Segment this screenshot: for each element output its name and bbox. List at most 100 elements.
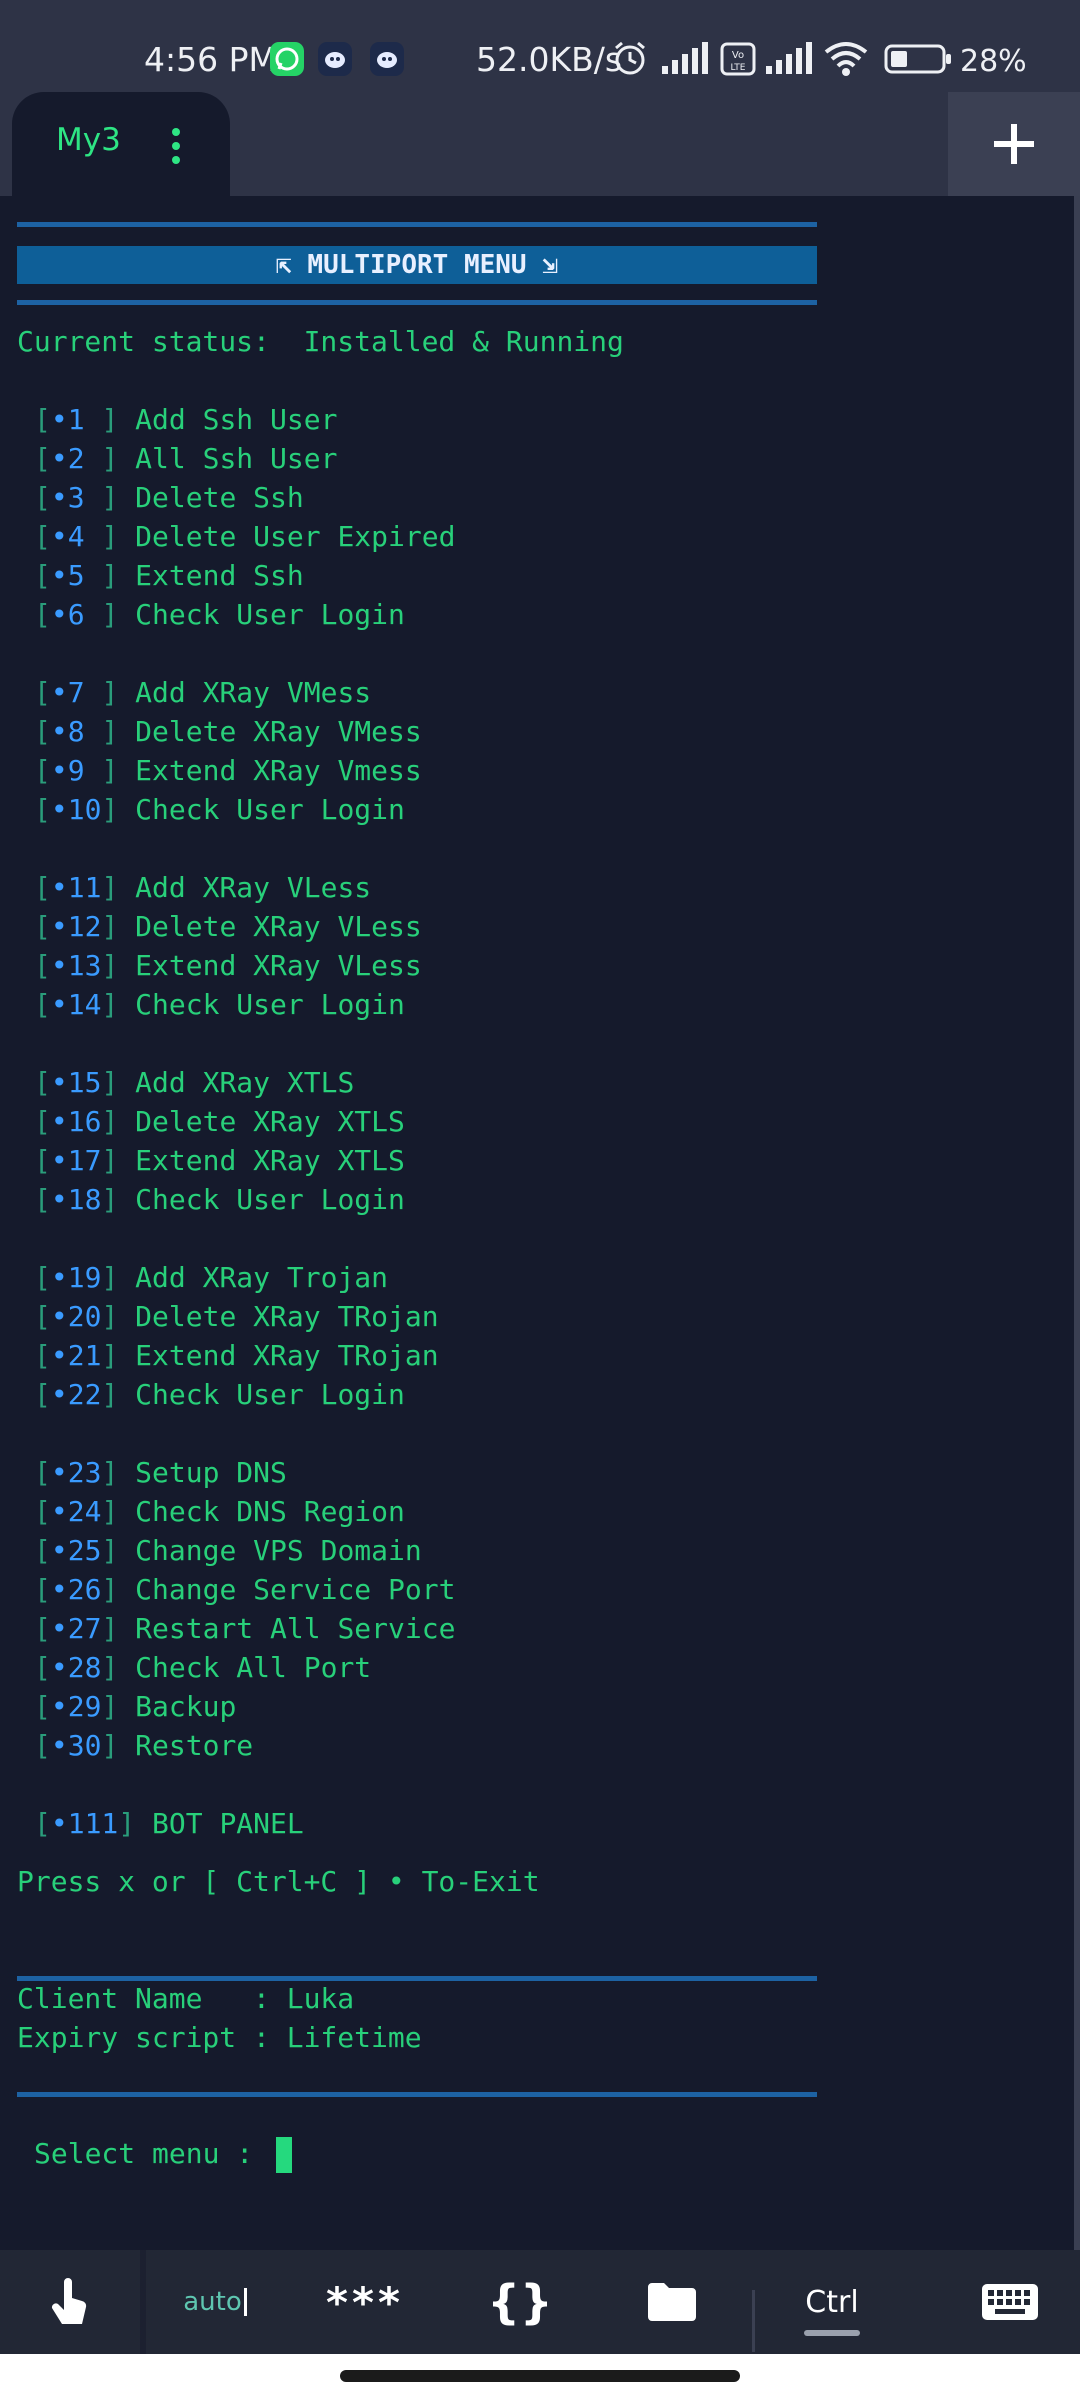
menu-item-label: Restore [135,1729,254,1762]
bracket: ] [101,1690,136,1723]
menu-item-label: Extend Ssh [135,559,304,592]
menu-item-label: Add Ssh User [135,403,338,436]
menu-item[interactable]: [•3 ] Delete Ssh [34,478,304,517]
menu-item[interactable]: [•7 ] Add XRay VMess [34,673,371,712]
menu-item[interactable]: [•8 ] Delete XRay VMess [34,712,422,751]
scrollbar[interactable] [1074,196,1080,2250]
bracket: ] [101,1339,136,1372]
menu-item[interactable]: [•5 ] Extend Ssh [34,556,304,595]
menu-item[interactable]: [•25] Change VPS Domain [34,1531,422,1570]
bracket: ] [118,1807,153,1840]
folder-button[interactable] [612,2250,732,2354]
bracket: [ [34,1651,51,1684]
status-bar: 4:56 PM 52.0KB/s Vo LTE 28% [0,0,1080,92]
bracket: [ [34,910,51,943]
menu-item-number: •30 [50,1729,102,1762]
expiry-script: Expiry script : Lifetime [17,2021,422,2054]
menu-item-number: •28 [50,1651,102,1684]
menu-item-label: Check User Login [135,793,405,826]
keyboard-icon [982,2284,1038,2320]
menu-item[interactable]: [•14] Check User Login [34,985,405,1024]
menu-item-number: •21 [50,1339,102,1372]
menu-item-number: •13 [50,949,102,982]
menu-item-label: BOT PANEL [152,1807,304,1840]
menu-item-number: •9 [50,754,102,787]
bracket: [ [34,403,51,436]
auto-button[interactable]: auto [160,2250,270,2354]
bracket: ] [101,949,136,982]
bracket: ] [101,481,136,514]
menu-item[interactable]: [•19] Add XRay Trojan [34,1258,388,1297]
tab-my3[interactable]: My3 [12,92,230,196]
menu-item[interactable]: [•1 ] Add Ssh User [34,400,337,439]
terminal-output[interactable]: ⇱ MULTIPORT MENU ⇲ Current status: Insta… [0,196,1074,2250]
bracket: ] [101,1066,136,1099]
menu-item[interactable]: [•12] Delete XRay VLess [34,907,422,946]
menu-item[interactable]: [•24] Check DNS Region [34,1492,405,1531]
bracket: [ [34,1300,51,1333]
divider [17,300,817,305]
add-tab-button[interactable] [948,92,1080,196]
menu-item-number: •19 [50,1261,102,1294]
password-button[interactable]: *** [305,2250,425,2354]
bracket: ] [101,598,136,631]
home-indicator[interactable] [340,2370,740,2382]
select-menu-prompt[interactable]: Select menu : [34,2134,293,2173]
network-rate: 52.0KB/s [476,40,623,79]
ctrl-button[interactable]: Ctrl [772,2250,892,2354]
menu-item[interactable]: [•28] Check All Port [34,1648,371,1687]
battery-icon [884,38,954,82]
menu-item-label: Setup DNS [135,1456,287,1489]
menu-item-number: •5 [50,559,102,592]
menu-item-number: •22 [50,1378,102,1411]
signal-icon [660,38,708,82]
bracket: ] [101,1612,136,1645]
bracket: [ [34,1144,51,1177]
menu-item[interactable]: [•18] Check User Login [34,1180,405,1219]
menu-item[interactable]: [•111] BOT PANEL [34,1804,304,1843]
bracket: ] [101,1651,136,1684]
menu-item[interactable]: [•10] Check User Login [34,790,405,829]
menu-item[interactable]: [•11] Add XRay VLess [34,868,371,907]
menu-item[interactable]: [•4 ] Delete User Expired [34,517,455,556]
menu-item[interactable]: [•9 ] Extend XRay Vmess [34,751,422,790]
menu-item[interactable]: [•17] Extend XRay XTLS [34,1141,405,1180]
menu-item[interactable]: [•22] Check User Login [34,1375,405,1414]
menu-item-number: •27 [50,1612,102,1645]
gesture-nav-bar [0,2354,1080,2400]
bracket: [ [34,988,51,1021]
status-time: 4:56 PM [144,40,277,79]
menu-item[interactable]: [•26] Change Service Port [34,1570,455,1609]
bracket: ] [101,1144,136,1177]
vertical-dots-icon[interactable] [172,128,182,170]
menu-item-label: Add XRay XTLS [135,1066,355,1099]
bracket: ] [101,793,136,826]
bracket: [ [34,1534,51,1567]
menu-item[interactable]: [•20] Delete XRay TRojan [34,1297,439,1336]
menu-item[interactable]: [•23] Setup DNS [34,1453,287,1492]
menu-item[interactable]: [•15] Add XRay XTLS [34,1063,354,1102]
braces-button[interactable]: {} [460,2250,580,2354]
menu-item[interactable]: [•21] Extend XRay TRojan [34,1336,439,1375]
bracket: ] [101,676,136,709]
bracket: [ [34,1378,51,1411]
menu-item[interactable]: [•2 ] All Ssh User [34,439,337,478]
bracket: ] [101,1729,136,1762]
touch-button[interactable] [10,2250,130,2354]
menu-item-number: •14 [50,988,102,1021]
menu-item[interactable]: [•13] Extend XRay VLess [34,946,422,985]
bracket: [ [34,598,51,631]
menu-item-label: Restart All Service [135,1612,456,1645]
divider [17,2092,817,2097]
menu-item-number: •6 [50,598,102,631]
menu-item[interactable]: [•6 ] Check User Login [34,595,405,634]
menu-item[interactable]: [•27] Restart All Service [34,1609,455,1648]
menu-item-label: Extend XRay TRojan [135,1339,439,1372]
menu-item[interactable]: [•29] Backup [34,1687,236,1726]
bracket: [ [34,1339,51,1372]
menu-item[interactable]: [•30] Restore [34,1726,253,1765]
bracket: [ [34,793,51,826]
bracket: [ [34,1456,51,1489]
menu-item[interactable]: [•16] Delete XRay XTLS [34,1102,405,1141]
keyboard-button[interactable] [940,2250,1080,2354]
